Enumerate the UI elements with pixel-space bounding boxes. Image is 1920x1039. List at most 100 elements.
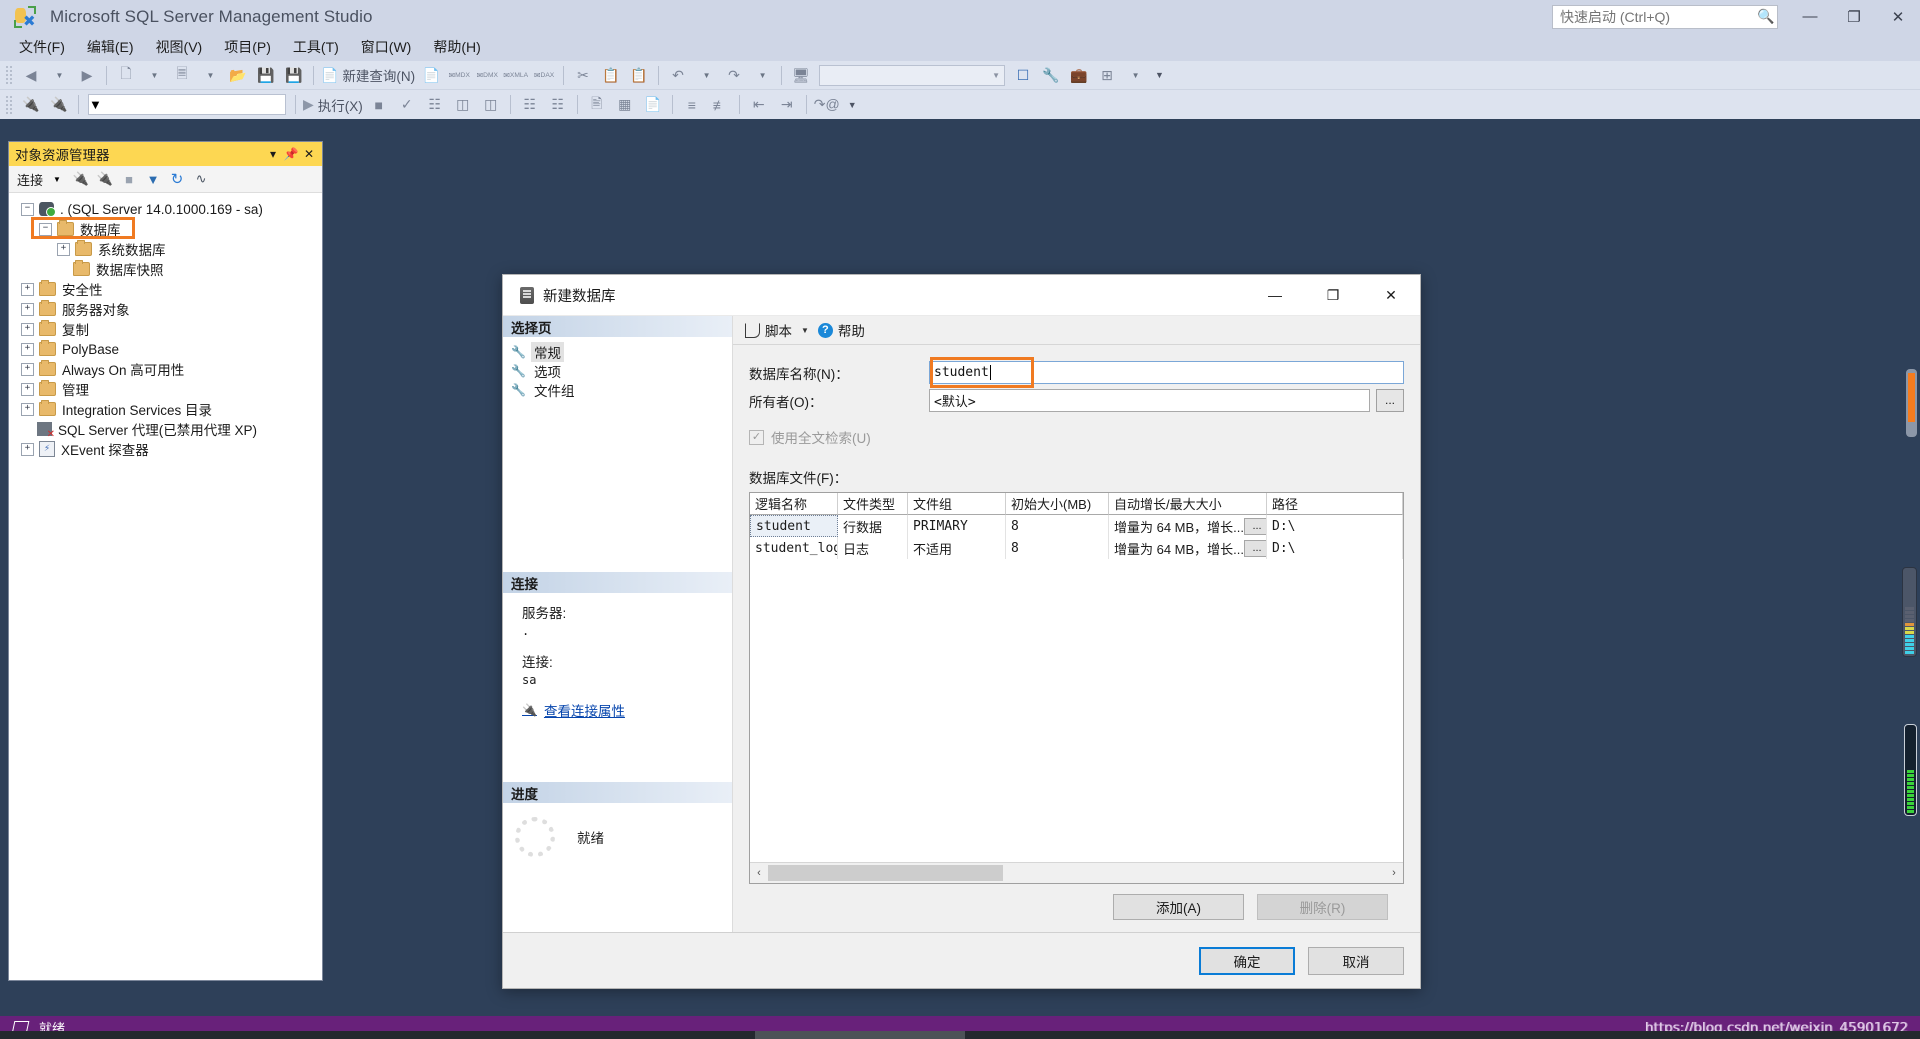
mdx-query-icon[interactable]: ✉ MDX — [445, 64, 473, 87]
cancel-button[interactable]: 取消 — [1308, 946, 1404, 975]
tree-node-sql-server-agent[interactable]: SQL Server 代理(已禁用代理 XP) — [9, 419, 322, 440]
add-button[interactable]: 添加(A) — [1113, 894, 1244, 920]
scroll-right-arrow-icon[interactable]: › — [1385, 867, 1403, 879]
grid-header-autogrowth[interactable]: 自动增长/最大大小 — [1109, 493, 1267, 515]
cell-filegroup[interactable]: PRIMARY — [908, 515, 1006, 537]
oe-connect-button[interactable]: 连接 — [17, 170, 43, 189]
connect-icon[interactable]: 🔌 — [17, 93, 45, 116]
owner-browse-button[interactable]: ... — [1376, 389, 1404, 412]
tree-node-integration-services[interactable]: + Integration Services 目录 — [9, 399, 322, 419]
stop-icon[interactable]: ■ — [117, 169, 141, 190]
cut-icon[interactable]: ✂ — [569, 64, 597, 87]
expander-icon[interactable]: + — [21, 362, 34, 376]
script-chevron-down-icon[interactable]: ▼ — [801, 326, 809, 335]
results-to-grid-icon[interactable]: ▦ — [611, 93, 639, 116]
db-name-input[interactable]: student — [929, 361, 1404, 384]
search-icon[interactable]: 🔍 — [1755, 8, 1777, 25]
ok-button[interactable]: 确定 — [1199, 946, 1295, 975]
new-item-icon[interactable]: 🗏 — [168, 64, 196, 87]
tree-node-security[interactable]: + 安全性 — [9, 279, 322, 299]
fulltext-checkbox-row[interactable]: ✓ 使用全文检索(U) — [749, 427, 1404, 447]
redo-caret-icon[interactable]: ▼ — [748, 64, 776, 87]
table-row[interactable]: student 行数据 PRIMARY 8 增量为 64 MB，增长... ..… — [750, 515, 1403, 537]
dialog-minimize-button[interactable]: — — [1246, 275, 1304, 315]
quick-launch-box[interactable]: 🔍 — [1552, 4, 1778, 29]
scroll-thumb[interactable] — [768, 865, 1003, 881]
toolbar-overflow-icon-2[interactable]: ▼ — [848, 100, 857, 110]
new-project-icon[interactable]: 🗋 — [112, 64, 140, 87]
window-maximize-button[interactable]: ❐ — [1832, 0, 1876, 33]
toolbar-grip-2[interactable] — [5, 94, 14, 115]
window-close-button[interactable]: ✕ — [1876, 0, 1920, 33]
menu-item-tools[interactable]: 工具(T) — [282, 33, 350, 61]
activity-monitor-icon[interactable]: ∿ — [189, 169, 213, 190]
navigate-forward-icon[interactable]: ▶ — [73, 64, 101, 87]
cell-filegroup[interactable]: 不适用 — [908, 537, 1006, 559]
decrease-indent-icon[interactable]: ⇤ — [745, 93, 773, 116]
registered-servers-icon[interactable]: 🖥 — [787, 64, 815, 87]
cell-logical-name[interactable]: student — [750, 515, 838, 537]
autogrowth-browse-button[interactable]: ... — [1244, 539, 1266, 557]
tree-node-databases[interactable]: − 数据库 — [9, 217, 322, 239]
include-actual-plan-icon[interactable]: ☷ — [516, 93, 544, 116]
tree-node-server-objects[interactable]: + 服务器对象 — [9, 299, 322, 319]
navigate-back-caret-icon[interactable]: ▼ — [45, 64, 73, 87]
toolbox-icon[interactable]: 💼 — [1065, 64, 1093, 87]
expander-icon[interactable]: − — [21, 202, 34, 216]
tree-node-database-snapshots[interactable]: 数据库快照 — [9, 259, 322, 279]
menu-item-edit[interactable]: 编辑(E) — [76, 33, 145, 61]
disconnect-icon[interactable]: 🔌 — [45, 93, 73, 116]
paste-icon[interactable]: 📋 — [625, 64, 653, 87]
disconnect-icon[interactable]: 🔌 — [93, 169, 117, 190]
dialog-maximize-button[interactable]: ❐ — [1304, 275, 1362, 315]
expander-icon[interactable]: + — [21, 442, 34, 456]
properties-window-icon[interactable]: 🔧 — [1037, 64, 1065, 87]
open-file-icon[interactable]: 📂 — [224, 64, 252, 87]
tree-node-always-on[interactable]: + Always On 高可用性 — [9, 359, 322, 379]
grid-header-file-type[interactable]: 文件类型 — [838, 493, 908, 515]
query-options-icon[interactable]: ◫ — [449, 93, 477, 116]
help-button[interactable]: ? 帮助 — [817, 320, 865, 340]
save-icon[interactable]: 💾 — [252, 64, 280, 87]
display-estimated-plan-icon[interactable]: ☷ — [421, 93, 449, 116]
object-explorer-tree[interactable]: − . (SQL Server 14.0.1000.169 - sa) − 数据… — [9, 193, 322, 980]
dax-query-icon[interactable]: ✉ DAX — [530, 64, 558, 87]
execute-button[interactable]: ▶ 执行(X) — [301, 93, 365, 116]
navigate-back-icon[interactable]: ◀ — [17, 64, 45, 87]
grid-header-initial-size[interactable]: 初始大小(MB) — [1006, 493, 1109, 515]
chevron-down-icon[interactable]: ▾ — [264, 147, 282, 161]
toolbar-grip[interactable] — [5, 65, 14, 85]
chevron-down-icon-2[interactable]: ▼ — [89, 97, 102, 112]
increase-indent-icon[interactable]: ⇥ — [773, 93, 801, 116]
xmla-query-icon[interactable]: ✉ XMLA — [501, 64, 530, 87]
filter-icon[interactable]: ▼ — [141, 169, 165, 190]
cell-path[interactable]: D:\ — [1267, 537, 1403, 559]
expander-icon[interactable]: + — [21, 342, 34, 356]
tree-node-system-databases[interactable]: + 系统数据库 — [9, 239, 322, 259]
cell-autogrowth[interactable]: 增量为 64 MB，增长... ... — [1109, 515, 1267, 537]
toolbar-overflow-icon[interactable]: ▼ — [1155, 70, 1164, 80]
redo-icon[interactable]: ↷ — [720, 64, 748, 87]
save-all-icon[interactable]: 💾 — [280, 64, 308, 87]
autogrowth-browse-button[interactable]: ... — [1244, 517, 1266, 535]
tree-node-replication[interactable]: + 复制 — [9, 319, 322, 339]
dialog-close-button[interactable]: ✕ — [1362, 275, 1420, 315]
menu-item-window[interactable]: 窗口(W) — [350, 33, 423, 61]
command-caret-icon[interactable]: ▼ — [1121, 64, 1149, 87]
expander-icon[interactable]: + — [57, 242, 70, 256]
cell-initial-size[interactable]: 8 — [1006, 515, 1109, 537]
cell-logical-name[interactable]: student_log — [750, 537, 838, 559]
grid-header-filegroup[interactable]: 文件组 — [908, 493, 1006, 515]
page-item-filegroups[interactable]: 🔧 文件组 — [511, 380, 732, 399]
chevron-down-icon-oe[interactable]: ▼ — [45, 169, 69, 190]
grid-horizontal-scrollbar[interactable]: ‹ › — [750, 862, 1403, 883]
expander-icon[interactable]: + — [21, 322, 34, 336]
new-analysis-query-icon[interactable]: 📄 — [417, 64, 445, 87]
grid-header-logical-name[interactable]: 逻辑名称 — [750, 493, 838, 515]
page-item-general[interactable]: 🔧 常规 — [511, 341, 732, 362]
tree-node-xevent-profiler[interactable]: + ⚡ XEvent 探查器 — [9, 439, 322, 459]
menu-item-help[interactable]: 帮助(H) — [422, 33, 491, 61]
tree-node-management[interactable]: + 管理 — [9, 379, 322, 399]
undo-icon[interactable]: ↶ — [664, 64, 692, 87]
new-project-caret-icon[interactable]: ▼ — [140, 64, 168, 87]
